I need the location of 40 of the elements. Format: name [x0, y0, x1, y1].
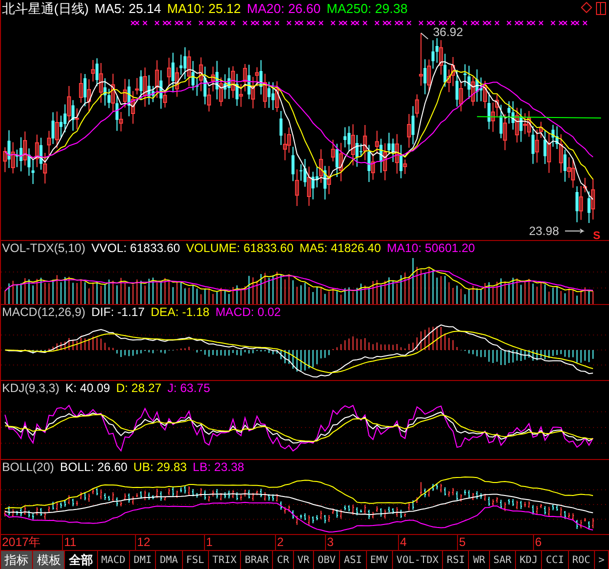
indicator-value: VOLUME: 61833.60: [186, 241, 294, 256]
indicator-value: MACD: 0.02: [215, 305, 281, 320]
indicator-title: MACD(12,26,9): [2, 305, 86, 320]
high-price-label: 36.92: [433, 26, 464, 38]
indicator-value: UB: 29.83: [133, 460, 187, 475]
indicator-title: KDJ(9,3,3): [2, 381, 60, 396]
indicator-value: BOLL: 26.60: [60, 460, 128, 475]
indicator-value: J: 63.75: [167, 381, 210, 396]
window-icon[interactable]: [596, 2, 606, 15]
stock-title: 北斗星通(日线): [2, 1, 89, 16]
date-label: 4: [398, 535, 457, 550]
indicator-value: D: 28.27: [116, 381, 162, 396]
indicator-value: MA250: 29.38: [326, 1, 408, 16]
date-label: 1: [204, 535, 275, 550]
indicator-value: MA5: 41826.40: [300, 241, 381, 256]
indicator-value: DEA: -1.18: [150, 305, 210, 320]
indicator-value: MA5: 25.14: [94, 1, 162, 16]
indicator-value: DIF: -1.17: [91, 305, 145, 320]
date-label: 6: [533, 535, 609, 550]
leader-line: [420, 32, 428, 40]
indicator-title: BOLL(20): [2, 460, 54, 475]
low-price-label: 23.98: [529, 225, 560, 237]
date-label: 5: [457, 535, 533, 550]
indicator-value: MA10: 25.12: [167, 1, 241, 16]
indicator-title: VOL-TDX(5,10): [2, 241, 86, 256]
menu-tab[interactable]: 模板: [33, 551, 66, 569]
date-label: 12: [135, 535, 204, 550]
diamond-icon[interactable]: [581, 2, 592, 13]
indicator-value: LB: 23.38: [192, 460, 244, 475]
date-label: 2017年: [1, 535, 42, 550]
date-label: 2: [275, 535, 325, 550]
indicator-value: MA20: 26.60: [246, 1, 321, 16]
menu-tab[interactable]: 指标: [1, 551, 34, 569]
indicator-value: K: 40.09: [65, 381, 110, 396]
indicator-value: VVOL: 61833.60: [91, 241, 180, 256]
date-label: 11: [62, 535, 135, 550]
date-label: 3: [325, 535, 398, 550]
arrow-icon: [564, 228, 585, 234]
sell-signal-mark: S: [593, 231, 600, 242]
indicator-value: MA10: 50601.20: [386, 241, 475, 256]
